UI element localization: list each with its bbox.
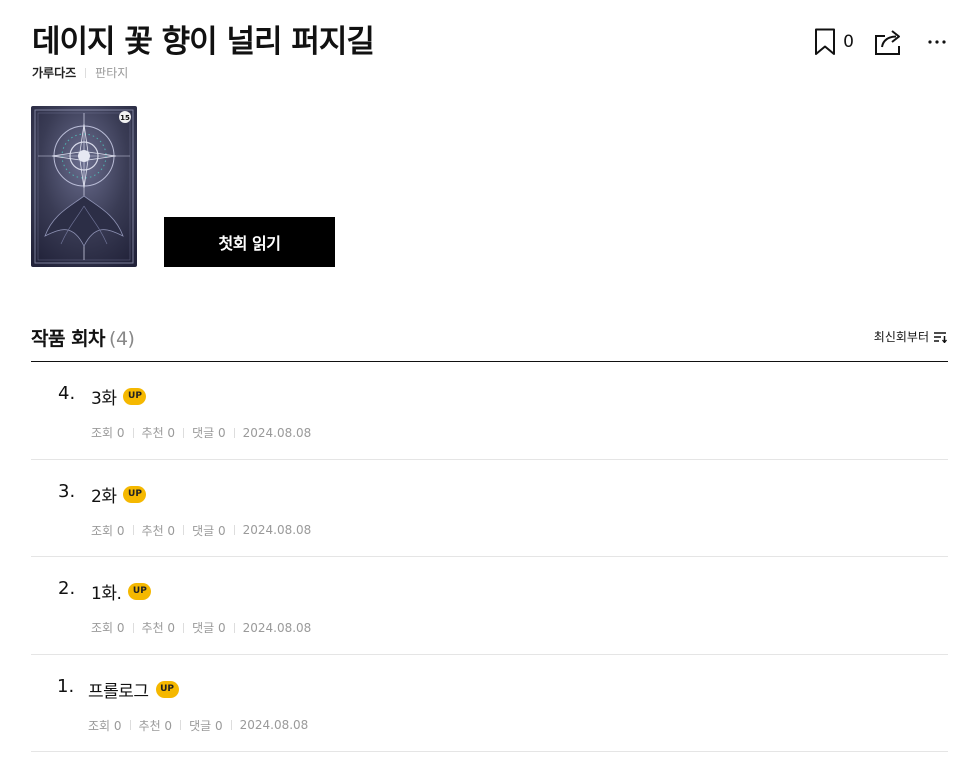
sort-label: 최신회부터 bbox=[873, 330, 929, 344]
stat-divider bbox=[233, 525, 235, 535]
section-title-text: 작품 회차 bbox=[31, 328, 106, 350]
episode-title: 프롤로그 bbox=[88, 681, 149, 702]
episode-title: 3화 bbox=[91, 389, 117, 409]
episode-count: (4) bbox=[109, 328, 135, 350]
sort-button[interactable]: 최신회부터 bbox=[874, 328, 948, 345]
work-meta: 가루다즈 판타지 bbox=[32, 64, 128, 81]
episode-comments: 댓글 0 bbox=[192, 523, 226, 538]
up-badge: UP bbox=[123, 388, 147, 405]
episode-views: 조회 0 bbox=[91, 621, 125, 635]
episode-views: 조회 0 bbox=[88, 718, 122, 733]
episode-title-group: 3화 UP bbox=[91, 384, 147, 409]
more-icon bbox=[928, 40, 946, 44]
episode-recommends: 추천 0 bbox=[138, 718, 173, 733]
stat-divider bbox=[132, 525, 134, 535]
episode-date: 2024.08.08 bbox=[242, 620, 312, 635]
episode-stats: 조회 0 추천 0 댓글 0 2024.08.08 bbox=[88, 717, 308, 734]
meta-divider bbox=[85, 67, 87, 78]
up-badge: UP bbox=[155, 680, 179, 698]
work-title: 데이지 꽃 향이 널리 퍼지길 bbox=[32, 24, 375, 60]
episode-row[interactable]: 1. 프롤로그 UP 조회 0 추천 0 댓글 0 2024.08.08 bbox=[31, 655, 948, 752]
stat-divider bbox=[183, 525, 185, 535]
author-name[interactable]: 가루다즈 bbox=[32, 64, 76, 81]
episode-number: 3. bbox=[58, 480, 76, 502]
bookmark-icon bbox=[815, 28, 836, 55]
genre-label[interactable]: 판타지 bbox=[95, 64, 128, 81]
episode-stats: 조회 0 추천 0 댓글 0 2024.08.08 bbox=[91, 522, 311, 539]
episode-views: 조회 0 bbox=[91, 523, 125, 538]
episode-stats: 조회 0 추천 0 댓글 0 2024.08.08 bbox=[91, 424, 311, 441]
share-icon bbox=[875, 30, 900, 55]
work-actions: 0 bbox=[814, 28, 946, 56]
episode-comments: 댓글 0 bbox=[192, 621, 226, 635]
episode-list: 4. 3화 UP 조회 0 추천 0 댓글 0 2024.08.08 3. 2화… bbox=[31, 362, 948, 752]
episode-date: 2024.08.08 bbox=[242, 425, 312, 440]
episode-stats: 조회 0 추천 0 댓글 0 2024.08.08 bbox=[91, 619, 311, 636]
stat-divider bbox=[233, 622, 235, 633]
episode-date: 2024.08.08 bbox=[242, 523, 312, 537]
episode-title: 2화 bbox=[91, 486, 117, 507]
stat-divider bbox=[183, 427, 185, 438]
episode-section-header: 작품 회차 (4) 최신회부터 bbox=[31, 324, 948, 362]
episode-title-group: 2화 UP bbox=[91, 482, 147, 507]
age-rating-badge: 15 bbox=[120, 114, 130, 122]
up-badge: UP bbox=[123, 485, 147, 503]
stat-divider bbox=[230, 720, 232, 730]
episode-number: 2. bbox=[58, 578, 76, 599]
episode-title-group: 프롤로그 UP bbox=[88, 677, 179, 702]
episode-views: 조회 0 bbox=[91, 426, 125, 440]
episode-row[interactable]: 3. 2화 UP 조회 0 추천 0 댓글 0 2024.08.08 bbox=[31, 460, 948, 557]
episode-recommends: 추천 0 bbox=[141, 426, 176, 440]
stat-divider bbox=[180, 720, 182, 730]
episode-recommends: 추천 0 bbox=[141, 621, 176, 635]
stat-divider bbox=[233, 427, 235, 438]
cover-image[interactable]: 15 bbox=[31, 106, 137, 267]
bookmark-button[interactable]: 0 bbox=[814, 28, 854, 56]
bookmark-count: 0 bbox=[843, 32, 854, 52]
episode-comments: 댓글 0 bbox=[189, 718, 223, 733]
more-button[interactable] bbox=[928, 39, 946, 45]
episode-date: 2024.08.08 bbox=[239, 718, 309, 732]
episode-number: 1. bbox=[57, 675, 75, 697]
cover-artwork: 15 bbox=[31, 106, 137, 267]
stat-divider bbox=[132, 427, 134, 438]
share-button[interactable] bbox=[874, 28, 904, 56]
episode-title: 1화. bbox=[91, 584, 122, 604]
up-badge: UP bbox=[128, 583, 152, 600]
episode-recommends: 추천 0 bbox=[141, 523, 176, 538]
first-episode-button[interactable]: 첫회 읽기 bbox=[164, 217, 335, 267]
episode-comments: 댓글 0 bbox=[192, 426, 226, 440]
stat-divider bbox=[183, 622, 185, 633]
episode-row[interactable]: 2. 1화. UP 조회 0 추천 0 댓글 0 2024.08.08 bbox=[31, 557, 948, 655]
episode-section-title: 작품 회차 (4) bbox=[31, 324, 135, 351]
sort-icon bbox=[934, 331, 948, 343]
episode-title-group: 1화. UP bbox=[91, 579, 152, 604]
stat-divider bbox=[132, 622, 134, 633]
episode-row[interactable]: 4. 3화 UP 조회 0 추천 0 댓글 0 2024.08.08 bbox=[31, 362, 948, 460]
stat-divider bbox=[129, 720, 131, 730]
episode-number: 4. bbox=[58, 383, 76, 404]
